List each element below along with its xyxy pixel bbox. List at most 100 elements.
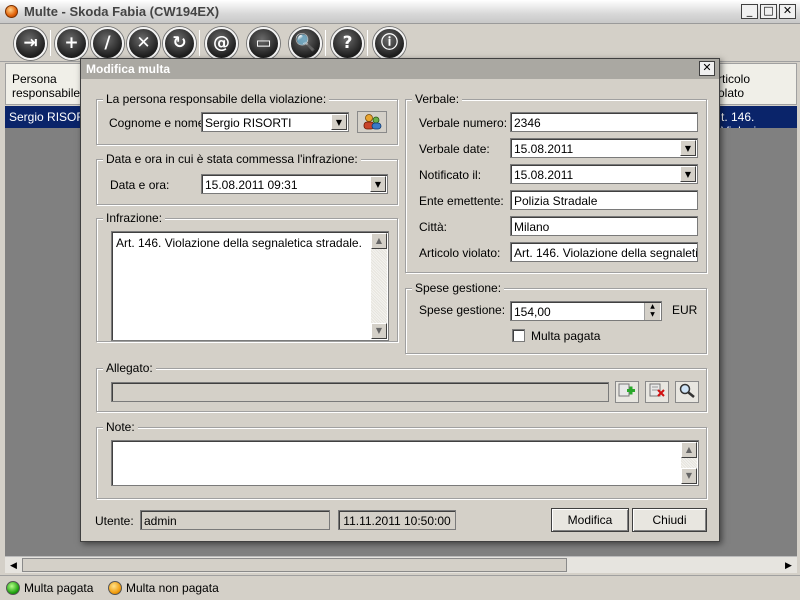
modify-button[interactable]: Modifica — [551, 508, 629, 532]
user-label: Utente: — [95, 514, 134, 528]
datetime-value: 15.08.2011 09:31 — [205, 178, 298, 192]
fees-stepper[interactable]: 154,00 ▲ ▼ — [510, 301, 662, 321]
window-title: Multe - Skoda Fabia (CW194EX) — [24, 4, 220, 19]
remove-attachment-icon[interactable] — [645, 381, 669, 403]
add-icon[interactable]: + — [55, 27, 88, 60]
timestamp-field: 11.11.2011 10:50:00 — [338, 510, 456, 530]
print-icon[interactable]: ▭ — [247, 27, 280, 60]
notified-date-picker[interactable]: 15.08.2011 ▼ — [510, 164, 698, 184]
chevron-down-icon[interactable]: ▼ — [370, 176, 386, 192]
spin-down-icon[interactable]: ▼ — [645, 311, 660, 319]
toolbar-separator — [325, 30, 326, 56]
city-field[interactable]: Milano — [510, 216, 698, 236]
datetime-legend: Data e ora in cui è stata commessa l'inf… — [103, 152, 361, 166]
refresh-icon[interactable]: ↻ — [163, 27, 196, 60]
notes-group: Note: ▲ ▼ — [96, 420, 707, 499]
scroll-down-icon[interactable]: ▼ — [681, 468, 697, 484]
user-value: admin — [144, 514, 177, 528]
toolbar: ⇥ + / ✕ ↻ @ ▭ 🔍 ? ⓘ — [0, 24, 800, 62]
fees-legend: Spese gestione: — [412, 281, 505, 295]
paid-checkbox-label[interactable]: Multa pagata — [531, 329, 600, 343]
users-icon[interactable] — [357, 111, 387, 133]
timestamp-value: 11.11.2011 10:50:00 — [343, 514, 451, 528]
search-icon[interactable]: 🔍 — [289, 27, 322, 60]
paid-checkbox[interactable] — [512, 329, 525, 342]
article-label: Articolo violato: — [419, 246, 501, 260]
user-field: admin — [140, 510, 330, 530]
person-select[interactable]: Sergio RISORTI ▼ — [201, 112, 349, 132]
help-icon[interactable]: ? — [331, 27, 364, 60]
article-value: Art. 146. Violazione della segnaletica s… — [514, 246, 698, 260]
horizontal-scrollbar[interactable]: ◀ ▶ — [5, 556, 797, 573]
verbale-number-label: Verbale numero: — [419, 116, 508, 130]
close-button[interactable]: ✕ — [779, 4, 796, 19]
fees-label: Spese gestione: — [419, 303, 506, 317]
column-header-article[interactable]: rticolo olato — [718, 72, 750, 100]
infraction-group: Infrazione: Art. 146. Violazione della s… — [96, 211, 398, 342]
notes-scrollbar[interactable]: ▲ ▼ — [681, 442, 697, 484]
scroll-down-icon[interactable]: ▼ — [371, 323, 387, 339]
add-attachment-icon[interactable] — [615, 381, 639, 403]
exit-icon[interactable]: ⇥ — [14, 27, 47, 60]
attachment-field — [111, 382, 609, 402]
article-field[interactable]: Art. 146. Violazione della segnaletica s… — [510, 242, 698, 262]
name-label: Cognome e nome: — [109, 116, 208, 130]
dialog-title: Modifica multa — [86, 62, 171, 76]
infraction-textarea[interactable]: Art. 146. Violazione della segnaletica s… — [111, 231, 389, 341]
toolbar-separator — [199, 30, 200, 56]
notified-label: Notificato il: — [419, 168, 482, 182]
scroll-right-icon[interactable]: ▶ — [781, 558, 796, 573]
scroll-left-icon[interactable]: ◀ — [6, 558, 21, 573]
scroll-up-icon[interactable]: ▲ — [371, 233, 387, 249]
scroll-up-icon[interactable]: ▲ — [681, 442, 697, 458]
fees-spin[interactable]: ▲ ▼ — [644, 303, 660, 320]
delete-icon[interactable]: ✕ — [127, 27, 160, 60]
scrollbar-thumb[interactable] — [22, 558, 567, 572]
edit-fine-dialog: Modifica multa ✕ La persona responsabile… — [80, 58, 720, 542]
verbale-legend: Verbale: — [412, 92, 463, 106]
edit-icon[interactable]: / — [91, 27, 124, 60]
close-dialog-button[interactable]: Chiudi — [632, 508, 707, 532]
app-icon — [5, 5, 18, 18]
infraction-legend: Infrazione: — [103, 211, 166, 225]
chevron-down-icon[interactable]: ▼ — [680, 140, 696, 156]
spin-up-icon[interactable]: ▲ — [645, 303, 660, 311]
issuer-label: Ente emettente: — [419, 194, 504, 208]
column-header-person[interactable]: Persona responsabile — [12, 72, 80, 100]
chevron-down-icon[interactable]: ▼ — [680, 166, 696, 182]
city-label: Città: — [419, 220, 448, 234]
attachment-legend: Allegato: — [103, 361, 156, 375]
minimize-button[interactable]: _ — [741, 4, 758, 19]
email-icon[interactable]: @ — [205, 27, 238, 60]
toolbar-separator — [367, 30, 368, 56]
verbale-number-field[interactable]: 2346 — [510, 112, 698, 132]
notified-date-value: 15.08.2011 — [514, 168, 574, 182]
verbale-date-label: Verbale date: — [419, 142, 490, 156]
unpaid-status-icon — [108, 581, 122, 595]
view-attachment-icon[interactable] — [675, 381, 699, 403]
notes-textarea[interactable]: ▲ ▼ — [111, 440, 699, 486]
unpaid-legend-label: Multa non pagata — [126, 581, 219, 595]
verbale-group: Verbale: Verbale numero: 2346 Verbale da… — [405, 92, 707, 273]
attachment-group: Allegato: — [96, 361, 707, 412]
infraction-scrollbar[interactable]: ▲ ▼ — [371, 233, 387, 339]
issuer-field[interactable]: Polizia Stradale — [510, 190, 698, 210]
responsible-group: La persona responsabile della violazione… — [96, 92, 398, 145]
paid-status-icon — [6, 581, 20, 595]
dialog-close-button[interactable]: ✕ — [699, 61, 715, 76]
datetime-group: Data e ora in cui è stata commessa l'inf… — [96, 152, 398, 205]
verbale-number-value: 2346 — [514, 116, 541, 130]
dialog-titlebar: Modifica multa ✕ — [81, 59, 719, 79]
window-titlebar: Multe - Skoda Fabia (CW194EX) _ □ ✕ — [0, 0, 800, 24]
fees-group: Spese gestione: Spese gestione: 154,00 ▲… — [405, 281, 707, 354]
notes-legend: Note: — [103, 420, 138, 434]
info-icon[interactable]: ⓘ — [373, 27, 406, 60]
responsible-legend: La persona responsabile della violazione… — [103, 92, 330, 106]
maximize-button[interactable]: □ — [760, 4, 777, 19]
currency-label: EUR — [672, 303, 698, 317]
chevron-down-icon[interactable]: ▼ — [331, 114, 347, 130]
city-value: Milano — [514, 220, 550, 234]
infraction-text: Art. 146. Violazione della segnaletica s… — [116, 236, 362, 250]
verbale-date-picker[interactable]: 15.08.2011 ▼ — [510, 138, 698, 158]
datetime-picker[interactable]: 15.08.2011 09:31 ▼ — [201, 174, 388, 194]
